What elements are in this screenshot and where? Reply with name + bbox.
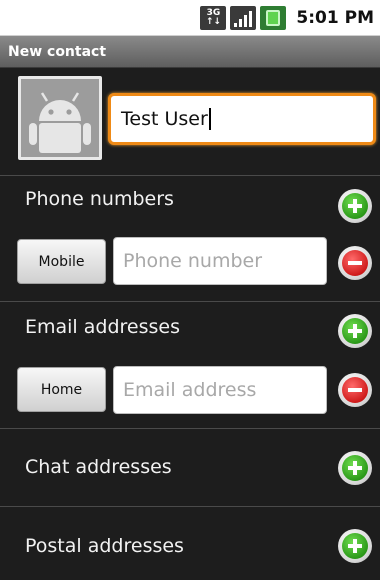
plus-circle-icon xyxy=(342,318,368,344)
add-postal-button[interactable] xyxy=(338,529,372,563)
minus-circle-icon xyxy=(342,250,368,276)
android-robot-icon xyxy=(25,83,95,153)
phone-number-field[interactable]: Phone number xyxy=(113,237,327,285)
email-type-button[interactable]: Home xyxy=(17,367,106,412)
plus-circle-icon xyxy=(342,455,368,481)
plus-circle-icon xyxy=(342,533,368,559)
battery-charging-icon xyxy=(260,5,287,30)
minus-circle-icon xyxy=(342,377,368,403)
contact-photo-button[interactable] xyxy=(18,76,102,160)
status-clock: 5:01 PM xyxy=(296,7,374,28)
3g-data-icon: 3G ↑↓ xyxy=(200,5,227,30)
add-phone-button[interactable] xyxy=(338,189,372,223)
remove-email-button[interactable] xyxy=(338,373,372,407)
name-input-value: Test User xyxy=(121,108,208,130)
add-email-button[interactable] xyxy=(338,314,372,348)
divider xyxy=(0,428,380,429)
email-address-field[interactable]: Email address xyxy=(113,366,327,414)
phone-section-label: Phone numbers xyxy=(25,188,174,210)
postal-section-label: Postal addresses xyxy=(25,535,184,557)
email-section-label: Email addresses xyxy=(25,316,180,338)
email-address-placeholder: Email address xyxy=(123,379,257,401)
add-chat-button[interactable] xyxy=(338,451,372,485)
chat-section-label: Chat addresses xyxy=(25,456,172,478)
text-cursor xyxy=(208,108,211,130)
name-input[interactable]: Test User xyxy=(108,93,376,145)
divider xyxy=(0,175,380,176)
phone-type-button[interactable]: Mobile xyxy=(17,239,106,284)
signal-strength-icon xyxy=(230,5,257,30)
phone-number-placeholder: Phone number xyxy=(123,250,263,272)
remove-phone-button[interactable] xyxy=(338,246,372,280)
page-title: New contact xyxy=(8,43,107,60)
network-activity-label: ↑↓ xyxy=(205,16,221,27)
plus-circle-icon xyxy=(342,193,368,219)
divider xyxy=(0,301,380,302)
status-bar: 3G ↑↓ 5:01 PM xyxy=(0,0,380,36)
divider xyxy=(0,506,380,507)
title-bar: New contact xyxy=(0,36,380,68)
